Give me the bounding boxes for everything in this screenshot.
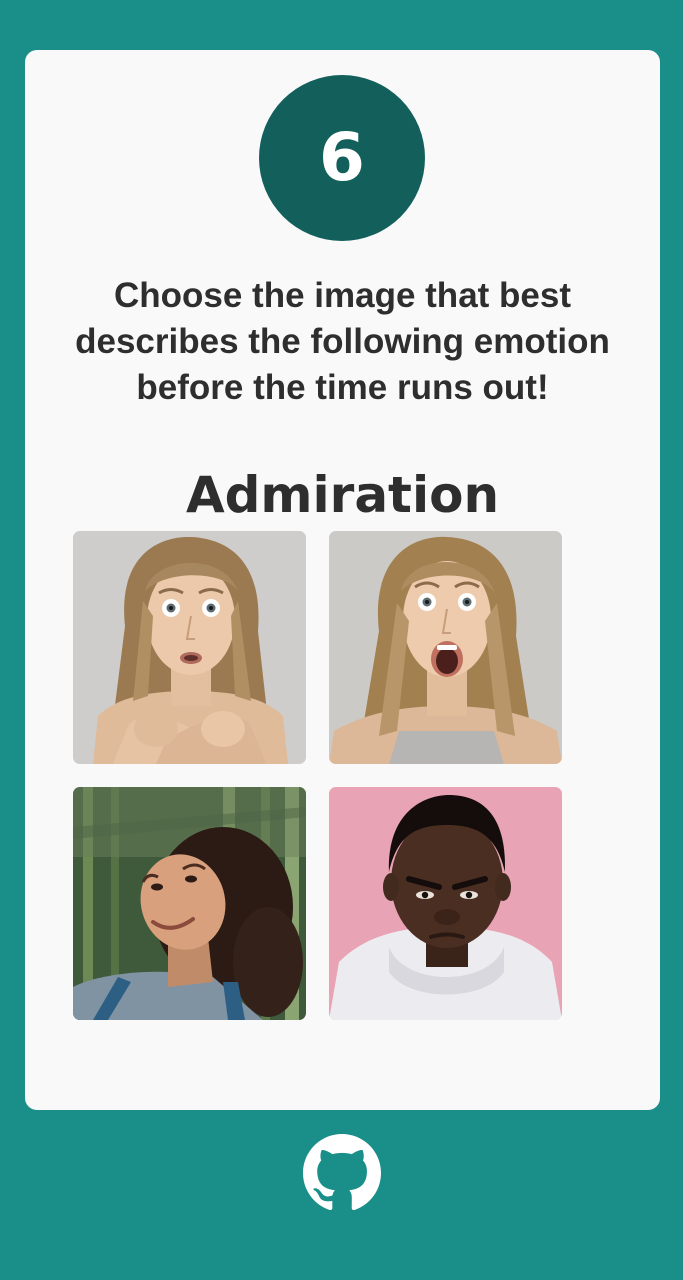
choice-image-1[interactable]: [73, 531, 306, 764]
github-link[interactable]: [303, 1134, 381, 1212]
choice-image-4[interactable]: [329, 787, 562, 1020]
face-admiration-photo: [73, 787, 306, 1020]
face-anger-photo: [329, 787, 562, 1020]
target-emotion: Admiration: [185, 466, 500, 524]
choice-image-2[interactable]: [329, 531, 562, 764]
choice-image-3[interactable]: [73, 787, 306, 1020]
face-fear-photo: [73, 531, 306, 764]
question-number-badge: 6: [259, 75, 425, 241]
question-instructions: Choose the image that best describes the…: [75, 276, 610, 407]
github-icon: [303, 1134, 381, 1211]
face-surprise-photo: [329, 531, 562, 764]
